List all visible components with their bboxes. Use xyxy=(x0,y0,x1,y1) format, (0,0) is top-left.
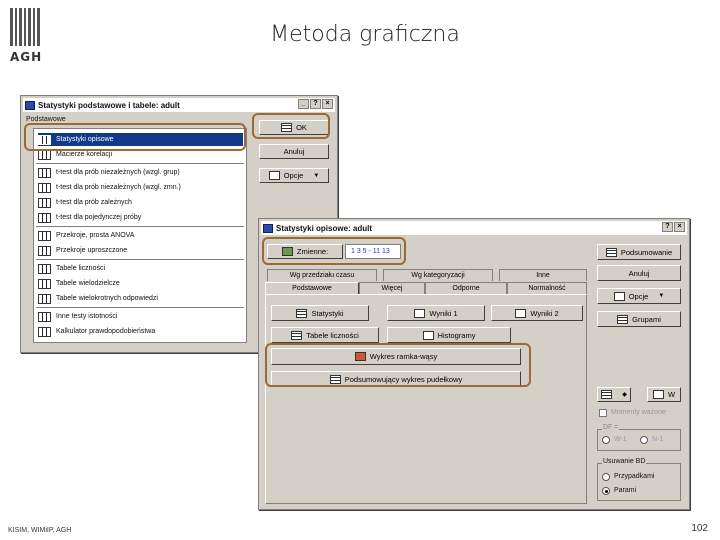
table-icon xyxy=(38,311,51,322)
list-item[interactable]: Tabele liczności xyxy=(38,262,105,275)
df-nminus1-label: N-1 xyxy=(652,436,664,443)
app-icon xyxy=(25,100,35,110)
pairwise-radio[interactable] xyxy=(602,487,610,495)
footer-left: KISIM, WIMiIP, AGH xyxy=(8,527,72,534)
highlight-boxplot-button xyxy=(265,343,531,387)
md-deletion-group xyxy=(597,463,681,501)
list-item[interactable]: t-test dla prób niezależnych (wzgl. zmn.… xyxy=(38,181,181,194)
options-button[interactable]: Opcje ▼ xyxy=(597,288,681,304)
list-item[interactable]: t-test dla prób zależnych xyxy=(38,196,132,209)
list-item[interactable]: Inne testy istotności xyxy=(38,310,117,323)
df-nminus1-radio[interactable] xyxy=(640,436,648,444)
table-icon xyxy=(38,197,51,208)
options-button[interactable]: Opcje ▼ xyxy=(259,168,329,183)
dropdown-arrow-icon: ▼ xyxy=(313,172,320,179)
separator xyxy=(36,307,244,308)
table-icon xyxy=(38,278,51,289)
tab-basic[interactable]: Podstawowe xyxy=(265,282,359,294)
tab-normality[interactable]: Normalność xyxy=(507,282,587,294)
page-number: 102 xyxy=(691,523,708,534)
table-icon xyxy=(38,212,51,223)
dialog-title: Statystyki podstawowe i tabele: adult xyxy=(38,100,180,110)
summary-button[interactable]: Podsumowanie xyxy=(597,244,681,260)
spinner-icon: ◆ xyxy=(622,392,627,398)
tab-more[interactable]: Więcej xyxy=(359,282,425,294)
options-icon xyxy=(613,291,625,301)
frequency-tables-button[interactable]: Tabele liczności xyxy=(271,327,379,343)
list-item[interactable]: t-test dla pojedynczej próby xyxy=(38,211,141,224)
separator xyxy=(36,226,244,227)
list-item[interactable]: t-test dla prób niezależnych (wzgl. grup… xyxy=(38,166,180,179)
table-icon xyxy=(38,167,51,178)
results1-button[interactable]: Wyniki 1 xyxy=(387,305,485,321)
procedure-list: Statystyki opisowe Macierze korelacji t-… xyxy=(33,128,247,343)
separator xyxy=(36,259,244,260)
separator xyxy=(36,163,244,164)
close-button[interactable]: × xyxy=(674,222,685,232)
highlight-variables xyxy=(262,237,406,265)
df-wminus1-radio[interactable] xyxy=(602,436,610,444)
app-icon xyxy=(263,223,273,233)
table-icon xyxy=(414,308,426,318)
slide-title: Metoda graficzna xyxy=(270,22,460,47)
md-deletion-label: Usuwanie BD xyxy=(602,458,647,465)
tab-by-category[interactable]: Wg kategoryzacji xyxy=(383,269,493,281)
table-icon xyxy=(291,330,303,340)
table-icon xyxy=(38,293,51,304)
table-icon xyxy=(38,263,51,274)
table-icon xyxy=(601,390,613,399)
data-selection-button[interactable]: ◆ xyxy=(597,387,631,402)
summary-stats-button[interactable]: Statystyki xyxy=(271,305,369,321)
table-icon xyxy=(38,230,51,241)
highlight-selected-item xyxy=(24,123,246,151)
df-wminus1-label: W-1 xyxy=(614,436,627,443)
table-icon xyxy=(38,182,51,193)
df-group-label: DF = xyxy=(602,424,620,431)
table-icon xyxy=(515,308,527,318)
table-icon xyxy=(617,314,629,324)
histograms-button[interactable]: Histogramy xyxy=(387,327,511,343)
close-button[interactable]: × xyxy=(322,99,333,109)
logo-text: AGH xyxy=(10,50,43,64)
minimize-button[interactable]: _ xyxy=(298,99,309,109)
options-icon xyxy=(268,171,280,180)
dropdown-arrow-icon: ▼ xyxy=(658,293,665,299)
tab-by-time[interactable]: Wg przedziału czasu xyxy=(267,269,377,281)
weighted-moments-label: Momenty ważone xyxy=(611,409,666,416)
by-groups-button[interactable]: Grupami xyxy=(597,311,681,327)
tab-panel xyxy=(265,294,587,504)
dialog-titlebar: Statystyki podstawowe i tabele: adult _ … xyxy=(23,98,335,112)
weight-icon xyxy=(652,390,664,399)
casewise-label: Przypadkami xyxy=(614,473,655,480)
cancel-button[interactable]: Anuluj xyxy=(597,265,681,281)
help-button[interactable]: ? xyxy=(662,222,673,232)
cancel-button[interactable]: Anuluj xyxy=(259,144,329,159)
group-label-basic: Podstawowe xyxy=(26,116,66,123)
dialog-titlebar: Statystyki opisowe: adult ? × xyxy=(261,221,687,235)
table-icon xyxy=(605,247,617,257)
casewise-radio[interactable] xyxy=(602,473,610,481)
list-item[interactable]: Przekroje uproszczone xyxy=(38,244,127,257)
results2-button[interactable]: Wyniki 2 xyxy=(491,305,583,321)
table-icon xyxy=(38,149,51,160)
list-item[interactable]: Tabele wielodzielcze xyxy=(38,277,120,290)
tab-other[interactable]: Inne xyxy=(499,269,587,281)
table-icon xyxy=(296,308,308,318)
tab-robust[interactable]: Odporne xyxy=(425,282,507,294)
pairwise-label: Parami xyxy=(614,487,637,494)
weight-button[interactable]: W xyxy=(647,387,681,402)
dialog-title: Statystyki opisowe: adult xyxy=(276,223,373,233)
highlight-ok-button xyxy=(252,113,330,139)
table-icon xyxy=(38,326,51,337)
weighted-moments-checkbox[interactable] xyxy=(599,409,607,417)
list-item[interactable]: Kalkulator prawdopodobieństwa xyxy=(38,325,155,338)
help-button[interactable]: ? xyxy=(310,99,321,109)
list-item[interactable]: Tabele wielokrotnych odpowiedzi xyxy=(38,292,158,305)
list-item[interactable]: Przekroje, prosta ANOVA xyxy=(38,229,134,242)
table-icon xyxy=(38,245,51,256)
histogram-icon xyxy=(422,330,434,340)
